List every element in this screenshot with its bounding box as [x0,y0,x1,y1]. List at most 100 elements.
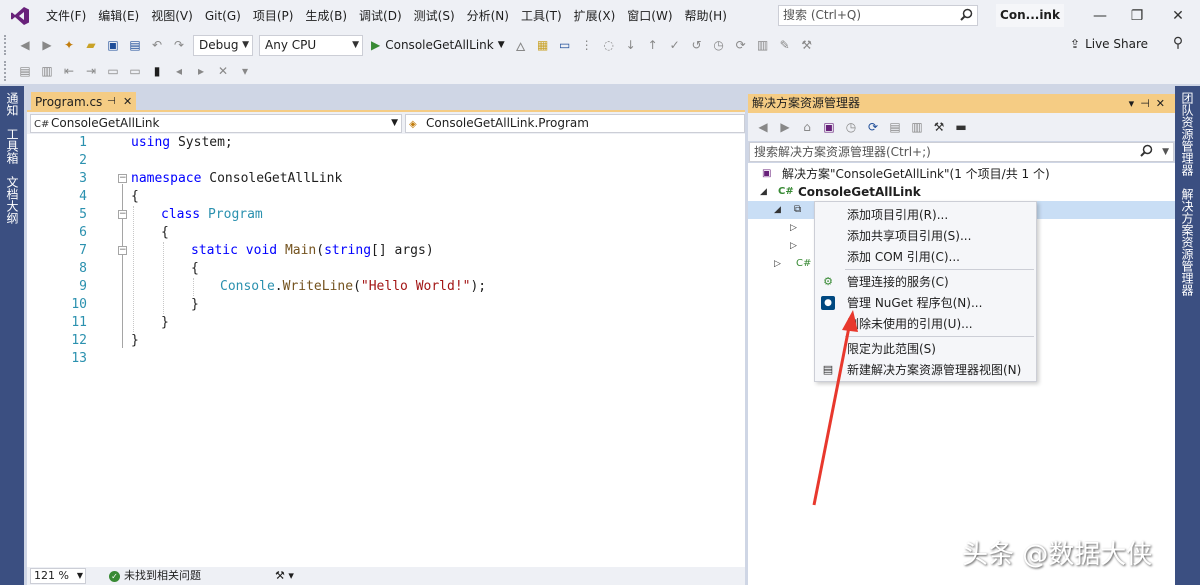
revert-icon[interactable]: ↺ [687,35,707,55]
close-icon[interactable]: ✕ [123,92,132,112]
undo-icon[interactable]: ↶ [147,35,167,55]
menu-tools[interactable]: 工具(T) [515,0,568,32]
properties-icon[interactable]: ⚒ [929,117,949,137]
platform-select[interactable]: Any CPU ▼ [259,34,363,56]
prev-bookmark-icon[interactable]: ◂ [169,61,189,81]
menu-item-add-shared-project-reference[interactable]: 添加共享项目引用(S)... [815,226,1036,246]
uncomment-icon[interactable]: ▭ [125,61,145,81]
new-project-icon[interactable]: ✦ [59,35,79,55]
browser-link-icon[interactable]: ▭ [555,35,575,55]
toolbar-grip[interactable] [4,35,10,55]
find-in-files-icon[interactable]: ▦ [533,35,553,55]
zoom-select[interactable]: 121 % ▼ [30,568,86,584]
solution-explorer-tab[interactable]: 解决方案资源管理器 [1175,182,1200,302]
menu-item-remove-unused-references[interactable]: 删除未使用的引用(U)... [815,314,1036,334]
indent-icon[interactable]: ⇥ [81,61,101,81]
show-all-files-icon[interactable]: ▥ [907,117,927,137]
menu-test[interactable]: 测试(S) [408,0,461,32]
overflow-icon[interactable]: ▾ [235,61,255,81]
menu-analyze[interactable]: 分析(N) [461,0,515,32]
save-icon[interactable]: ▣ [103,35,123,55]
close-window-button[interactable]: ✕ [1158,0,1198,32]
live-share-button[interactable]: ⇪ Live Share [1070,37,1148,51]
tab-program-cs[interactable]: Program.cs ⊣ ✕ [31,92,136,112]
solution-name-badge[interactable]: Con...ink [996,4,1064,27]
menu-item-scope-to-this[interactable]: 限定为此范围(S) [815,339,1036,359]
team-explorer-tab[interactable]: 团队资源管理器 [1175,86,1200,182]
back-icon[interactable]: ◀ [15,35,35,55]
check-icon[interactable]: ✓ [665,35,685,55]
visual-studio-logo-icon[interactable] [0,0,40,32]
menu-file[interactable]: 文件(F) [40,0,92,32]
menu-view[interactable]: 视图(V) [145,0,199,32]
tools-icon[interactable]: ✎ [775,35,795,55]
menu-item-manage-nuget-packages[interactable]: ● 管理 NuGet 程序包(N)... [815,293,1036,313]
parameter-info-icon[interactable]: ▥ [37,61,57,81]
pin-icon[interactable]: ⊣ [107,92,116,112]
quick-info-icon[interactable]: ▤ [15,61,35,81]
menu-extensions[interactable]: 扩展(X) [568,0,622,32]
pin-icon[interactable]: ⊣ [1140,97,1156,110]
tree-project-node[interactable]: ◢ C# ConsoleGetAllLink [748,183,1175,201]
menu-git[interactable]: Git(G) [199,0,247,32]
history-icon[interactable]: ◷ [709,35,729,55]
notifications-tab[interactable]: 通知 [0,86,25,122]
preview-icon[interactable]: ▬ [951,117,971,137]
switch-views-icon[interactable]: ▣ [819,117,839,137]
open-folder-icon[interactable]: ▰ [81,35,101,55]
outdent-icon[interactable]: ⇤ [59,61,79,81]
collapse-namespace-icon[interactable]: − [118,174,127,183]
minimize-button[interactable]: — [1080,0,1120,32]
class-nav-select[interactable]: ◈ ConsoleGetAllLink.Program [405,114,745,133]
chevron-down-icon[interactable]: ▾ [1129,97,1141,110]
collapse-class-icon[interactable]: − [118,210,127,219]
step-icon[interactable]: ⋮ [577,35,597,55]
configuration-select[interactable]: Debug ▼ [193,34,253,56]
menu-item-add-project-reference[interactable]: 添加项目引用(R)... [815,205,1036,225]
next-bookmark-icon[interactable]: ▸ [191,61,211,81]
close-icon[interactable]: ✕ [1156,97,1171,110]
step-over-icon[interactable]: ↑ [643,35,663,55]
step-into-icon[interactable]: ↓ [621,35,641,55]
menu-edit[interactable]: 编辑(E) [92,0,145,32]
home-icon[interactable]: ⌂ [797,117,817,137]
forward-icon[interactable]: ▶ [775,117,795,137]
database-icon[interactable]: ▥ [753,35,773,55]
forward-icon[interactable]: ▶ [37,35,57,55]
solution-explorer-search-input[interactable]: 搜索解决方案资源管理器(Ctrl+;) ▼ [749,142,1174,162]
global-search-input[interactable]: 搜索 (Ctrl+Q) [778,5,978,26]
chevron-down-icon[interactable]: ▼ [1162,143,1169,161]
sync-icon[interactable]: ⟳ [863,117,883,137]
hot-reload-icon[interactable]: 🜂 [511,35,531,55]
feedback-icon[interactable]: ⚲ [1158,30,1198,56]
menu-item-manage-connected-services[interactable]: ⚙ 管理连接的服务(C) [815,272,1036,292]
menu-help[interactable]: 帮助(H) [679,0,733,32]
issues-indicator[interactable]: ✓ 未找到相关问题 [109,567,201,585]
clear-bookmarks-icon[interactable]: ✕ [213,61,233,81]
bookmark-icon[interactable]: ▮ [147,61,167,81]
collapse-all-icon[interactable]: ▤ [885,117,905,137]
save-all-icon[interactable]: ▤ [125,35,145,55]
breakpoints-icon[interactable]: ◌ [599,35,619,55]
menu-item-add-com-reference[interactable]: 添加 COM 引用(C)... [815,247,1036,267]
collapse-method-icon[interactable]: − [118,246,127,255]
code-editor[interactable]: 1 2 3 4 5 6 7 8 9 10 11 12 13 − − − usin… [27,134,745,567]
wrench-icon[interactable]: ⚒ [797,35,817,55]
tree-solution-node[interactable]: ▣ 解决方案"ConsoleGetAllLink"(1 个项目/共 1 个) [748,165,1175,183]
document-outline-tab[interactable]: 文档大纲 [0,170,25,230]
comment-icon[interactable]: ▭ [103,61,123,81]
history-icon[interactable]: ◷ [841,117,861,137]
menu-project[interactable]: 项目(P) [247,0,300,32]
code-cleanup-icon[interactable]: ⚒ ▾ [275,567,294,585]
project-nav-select[interactable]: C# ConsoleGetAllLink ▼ [30,114,402,133]
refresh-icon[interactable]: ⟳ [731,35,751,55]
redo-icon[interactable]: ↷ [169,35,189,55]
toolbar-grip[interactable] [4,61,10,81]
start-debugging-button[interactable]: ▶ ConsoleGetAllLink ▼ [371,38,505,52]
restore-button[interactable]: ❐ [1117,0,1157,32]
toolbox-tab[interactable]: 工具箱 [0,122,25,170]
menu-item-new-solution-explorer-view[interactable]: ▤ 新建解决方案资源管理器视图(N) [815,360,1036,380]
menu-debug[interactable]: 调试(D) [353,0,408,32]
back-icon[interactable]: ◀ [753,117,773,137]
menu-build[interactable]: 生成(B) [299,0,353,32]
